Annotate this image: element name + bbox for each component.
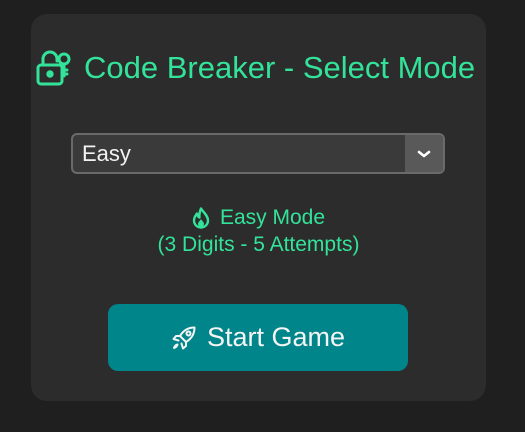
chevron-down-icon[interactable] [405,135,443,172]
page-title: Code Breaker - Select Mode [36,48,475,88]
rocket-icon [171,325,197,351]
page-title-text: Code Breaker - Select Mode [84,50,476,85]
padlock-key-icon [36,49,72,87]
fire-icon [192,206,210,229]
mode-description: Easy Mode (3 Digits - 5 Attempts) [31,204,486,258]
mode-details: (3 Digits - 5 Attempts) [157,233,360,256]
start-game-button[interactable]: Start Game [108,304,408,371]
mode-name: Easy Mode [219,206,326,229]
mode-dropdown-value: Easy [82,141,131,166]
start-game-label: Start Game [206,322,346,352]
mode-dropdown[interactable]: Easy [71,133,445,174]
